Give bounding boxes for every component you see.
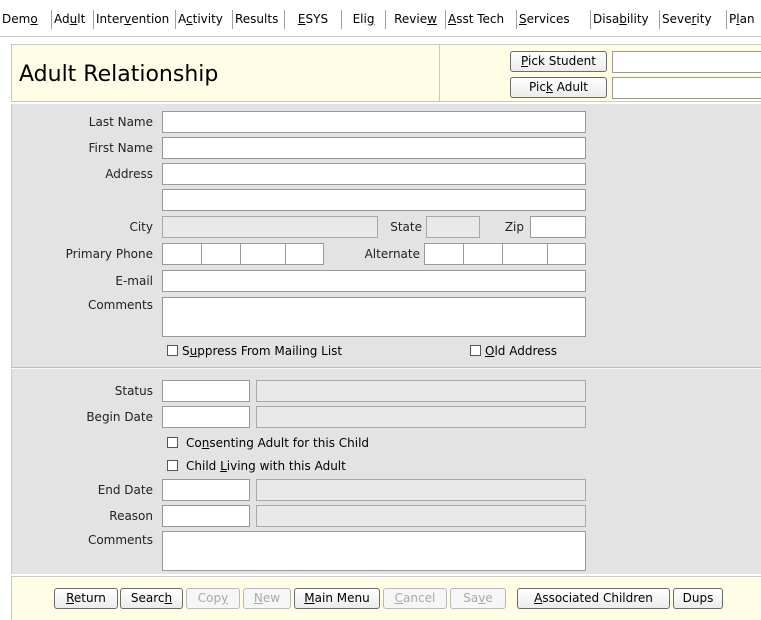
- first-name-label: First Name: [88, 141, 153, 155]
- student-name-field[interactable]: [612, 51, 761, 73]
- tab-severity[interactable]: Severity: [660, 10, 727, 29]
- alternate-phone-number-field[interactable]: [502, 243, 548, 265]
- old-address-checkbox[interactable]: Old Address: [470, 342, 557, 360]
- dups-button[interactable]: Dups: [673, 588, 723, 609]
- email-field[interactable]: [162, 270, 586, 292]
- pick-student-button[interactable]: Pick Student: [510, 51, 607, 72]
- reason-code-field[interactable]: [162, 505, 250, 527]
- adult-name-field[interactable]: [612, 77, 761, 99]
- contact-comments-field[interactable]: [162, 297, 586, 337]
- alternate-phone-area-field[interactable]: [424, 243, 464, 265]
- reason-label: Reason: [109, 509, 153, 523]
- address-label: Address: [105, 167, 153, 181]
- main-menu-button[interactable]: Main Menu: [294, 588, 380, 609]
- pick-adult-button[interactable]: Pick Adult: [510, 77, 607, 98]
- consenting-adult-checkbox[interactable]: Consenting Adult for this Child: [167, 434, 369, 452]
- checkbox-box[interactable]: [470, 345, 481, 356]
- alternate-phone-ext-field[interactable]: [547, 243, 586, 265]
- checkbox-box[interactable]: [167, 345, 178, 356]
- tab-plan[interactable]: Plan: [727, 10, 761, 29]
- copy-button: Copy: [186, 588, 240, 609]
- begin-date-description-field: [256, 406, 586, 428]
- primary-phone-ext-field[interactable]: [285, 243, 324, 265]
- section-divider: [11, 367, 761, 369]
- end-date-label: End Date: [97, 483, 153, 497]
- page-title: Adult Relationship: [19, 62, 219, 87]
- tab-intervention[interactable]: Intervention: [94, 10, 176, 29]
- suppress-mailing-checkbox[interactable]: Suppress From Mailing List: [167, 342, 342, 360]
- status-description-field: [256, 380, 586, 402]
- associated-children-button[interactable]: Associated Children: [517, 588, 670, 609]
- end-date-field[interactable]: [162, 479, 250, 501]
- tab-esys[interactable]: ESYS: [285, 10, 342, 29]
- tab-demo[interactable]: Demo: [0, 10, 52, 29]
- primary-phone-area-field[interactable]: [162, 243, 202, 265]
- relationship-comments-label: Comments: [87, 533, 153, 547]
- address-line2-field[interactable]: [162, 189, 586, 211]
- status-label: Status: [114, 384, 153, 398]
- relationship-comments-field[interactable]: [162, 531, 586, 571]
- city-label: City: [129, 220, 153, 234]
- checkbox-box[interactable]: [167, 460, 178, 471]
- page-header: Adult Relationship Pick Student Pick Adu…: [11, 44, 761, 102]
- header-divider: [439, 45, 440, 101]
- reason-description-field: [256, 505, 586, 527]
- alternate-phone-label: Alternate: [364, 247, 420, 261]
- tab-services[interactable]: Services: [517, 10, 591, 29]
- end-date-description-field: [256, 479, 586, 501]
- tab-strip: Demo Adult Intervention Activity Results…: [0, 0, 761, 37]
- begin-date-field[interactable]: [162, 406, 250, 428]
- begin-date-label: Begin Date: [86, 410, 153, 424]
- tab-elig[interactable]: Elig: [342, 10, 386, 29]
- email-label: E-mail: [115, 274, 153, 288]
- new-button: New: [243, 588, 291, 609]
- primary-phone-label: Primary Phone: [65, 247, 153, 261]
- primary-phone-number-field[interactable]: [240, 243, 286, 265]
- search-button[interactable]: Search: [120, 588, 183, 609]
- last-name-field[interactable]: [162, 111, 586, 133]
- zip-field[interactable]: [530, 216, 586, 238]
- tab-disability[interactable]: Disability: [591, 10, 660, 29]
- alternate-phone-prefix-field[interactable]: [463, 243, 503, 265]
- last-name-label: Last Name: [88, 115, 153, 129]
- return-button[interactable]: Return: [54, 588, 118, 609]
- child-living-checkbox[interactable]: Child Living with this Adult: [167, 457, 346, 475]
- tab-results[interactable]: Results: [233, 10, 285, 29]
- tab-adult[interactable]: Adult: [52, 10, 94, 29]
- cancel-button: Cancel: [383, 588, 447, 609]
- contact-comments-label: Comments: [87, 298, 153, 312]
- address-line1-field[interactable]: [162, 163, 586, 185]
- tab-review[interactable]: Review: [386, 10, 446, 29]
- first-name-field[interactable]: [162, 137, 586, 159]
- tab-asst-tech[interactable]: Asst Tech: [446, 10, 517, 29]
- save-button: Save: [450, 588, 506, 609]
- tab-activity[interactable]: Activity: [176, 10, 233, 29]
- zip-label: Zip: [504, 220, 524, 234]
- primary-phone-prefix-field[interactable]: [201, 243, 241, 265]
- state-field[interactable]: [426, 216, 480, 238]
- checkbox-box[interactable]: [167, 437, 178, 448]
- state-label: State: [390, 220, 422, 234]
- status-code-field[interactable]: [162, 380, 250, 402]
- city-field[interactable]: [162, 216, 378, 238]
